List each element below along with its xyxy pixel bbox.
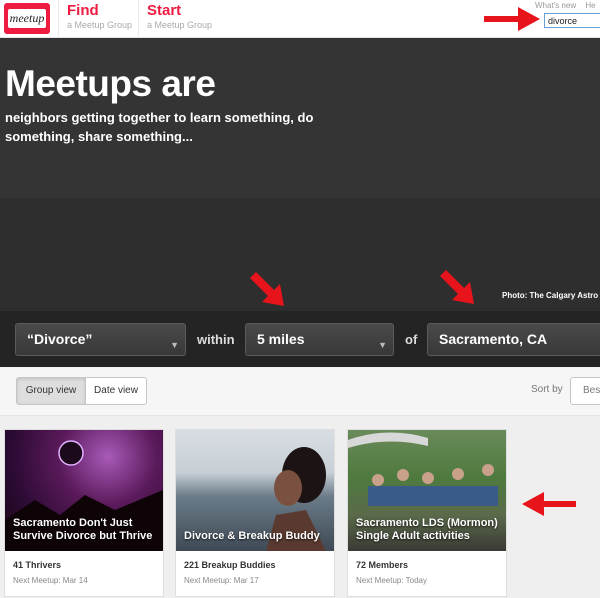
nav-start[interactable]: Start a Meetup Group (138, 0, 218, 38)
group-card-image: Sacramento Don't Just Survive Divorce bu… (5, 430, 163, 551)
search-input[interactable] (544, 13, 600, 28)
group-card-members: 72 Members (356, 560, 409, 570)
date-view-button[interactable]: Date view (85, 377, 147, 405)
location-field[interactable]: Sacramento, CA (427, 323, 600, 356)
of-label: of (405, 332, 418, 347)
group-card-title: Sacramento Don't Just Survive Divorce bu… (13, 517, 153, 542)
topic-value: “Divorce” (27, 331, 93, 347)
group-card-next-meetup: Next Meetup: Mar 17 (184, 576, 259, 585)
nav-find[interactable]: Find a Meetup Group (58, 0, 138, 38)
within-label: within (197, 332, 235, 347)
view-toolbar: Group view Date view Sort by Best (0, 367, 600, 416)
results-area: Sacramento Don't Just Survive Divorce bu… (0, 416, 600, 598)
group-card[interactable]: Sacramento Don't Just Survive Divorce bu… (4, 429, 164, 597)
group-card-title: Divorce & Breakup Buddy (184, 530, 320, 542)
nav-find-subtitle: a Meetup Group (67, 20, 133, 30)
group-card-title: Sacramento LDS (Mormon) Single Adult act… (356, 517, 498, 542)
top-links: What's new He (535, 1, 600, 10)
group-view-button[interactable]: Group view (16, 377, 86, 405)
sort-dropdown[interactable]: Best (570, 377, 600, 405)
meetup-logo[interactable]: meetup (4, 3, 50, 34)
sort-label: Sort by (531, 384, 563, 395)
group-card-members: 41 Thrivers (13, 560, 62, 570)
group-card[interactable]: Divorce & Breakup Buddy 221 Breakup Budd… (175, 429, 335, 597)
hero-banner: Meetups are neighbors getting together t… (0, 38, 600, 311)
nav-find-title: Find (67, 2, 99, 19)
nav-start-subtitle: a Meetup Group (147, 20, 213, 30)
chevron-down-icon: ▼ (170, 340, 179, 350)
distance-dropdown[interactable]: 5 miles ▼ (245, 323, 394, 356)
group-card[interactable]: Sacramento LDS (Mormon) Single Adult act… (347, 429, 507, 597)
group-card-image: Divorce & Breakup Buddy (176, 430, 334, 551)
arrow-pointing-location-icon (440, 270, 474, 304)
group-card-members: 221 Breakup Buddies (184, 560, 276, 570)
hero-subtitle: neighbors getting together to learn some… (5, 110, 314, 144)
help-link[interactable]: He (585, 1, 595, 10)
nav-start-title: Start (147, 2, 182, 19)
group-card-next-meetup: Next Meetup: Today (356, 576, 428, 585)
group-card-next-meetup: Next Meetup: Mar 14 (13, 576, 88, 585)
location-value: Sacramento, CA (439, 331, 548, 347)
arrow-pointing-search-icon (484, 7, 540, 31)
search-filter-bar: “Divorce” ▼ within 5 miles ▼ of Sacramen… (0, 311, 600, 367)
photo-credit: Photo: The Calgary Astro (502, 291, 599, 300)
distance-value: 5 miles (257, 331, 305, 347)
hero-title: Meetups are (5, 63, 216, 104)
arrow-pointing-distance-icon (250, 272, 284, 306)
topic-dropdown[interactable]: “Divorce” ▼ (15, 323, 186, 356)
group-card-image: Sacramento LDS (Mormon) Single Adult act… (348, 430, 506, 551)
logo-text: meetup (8, 9, 46, 28)
arrow-pointing-group-card-icon (522, 492, 576, 516)
chevron-down-icon: ▼ (378, 340, 387, 350)
